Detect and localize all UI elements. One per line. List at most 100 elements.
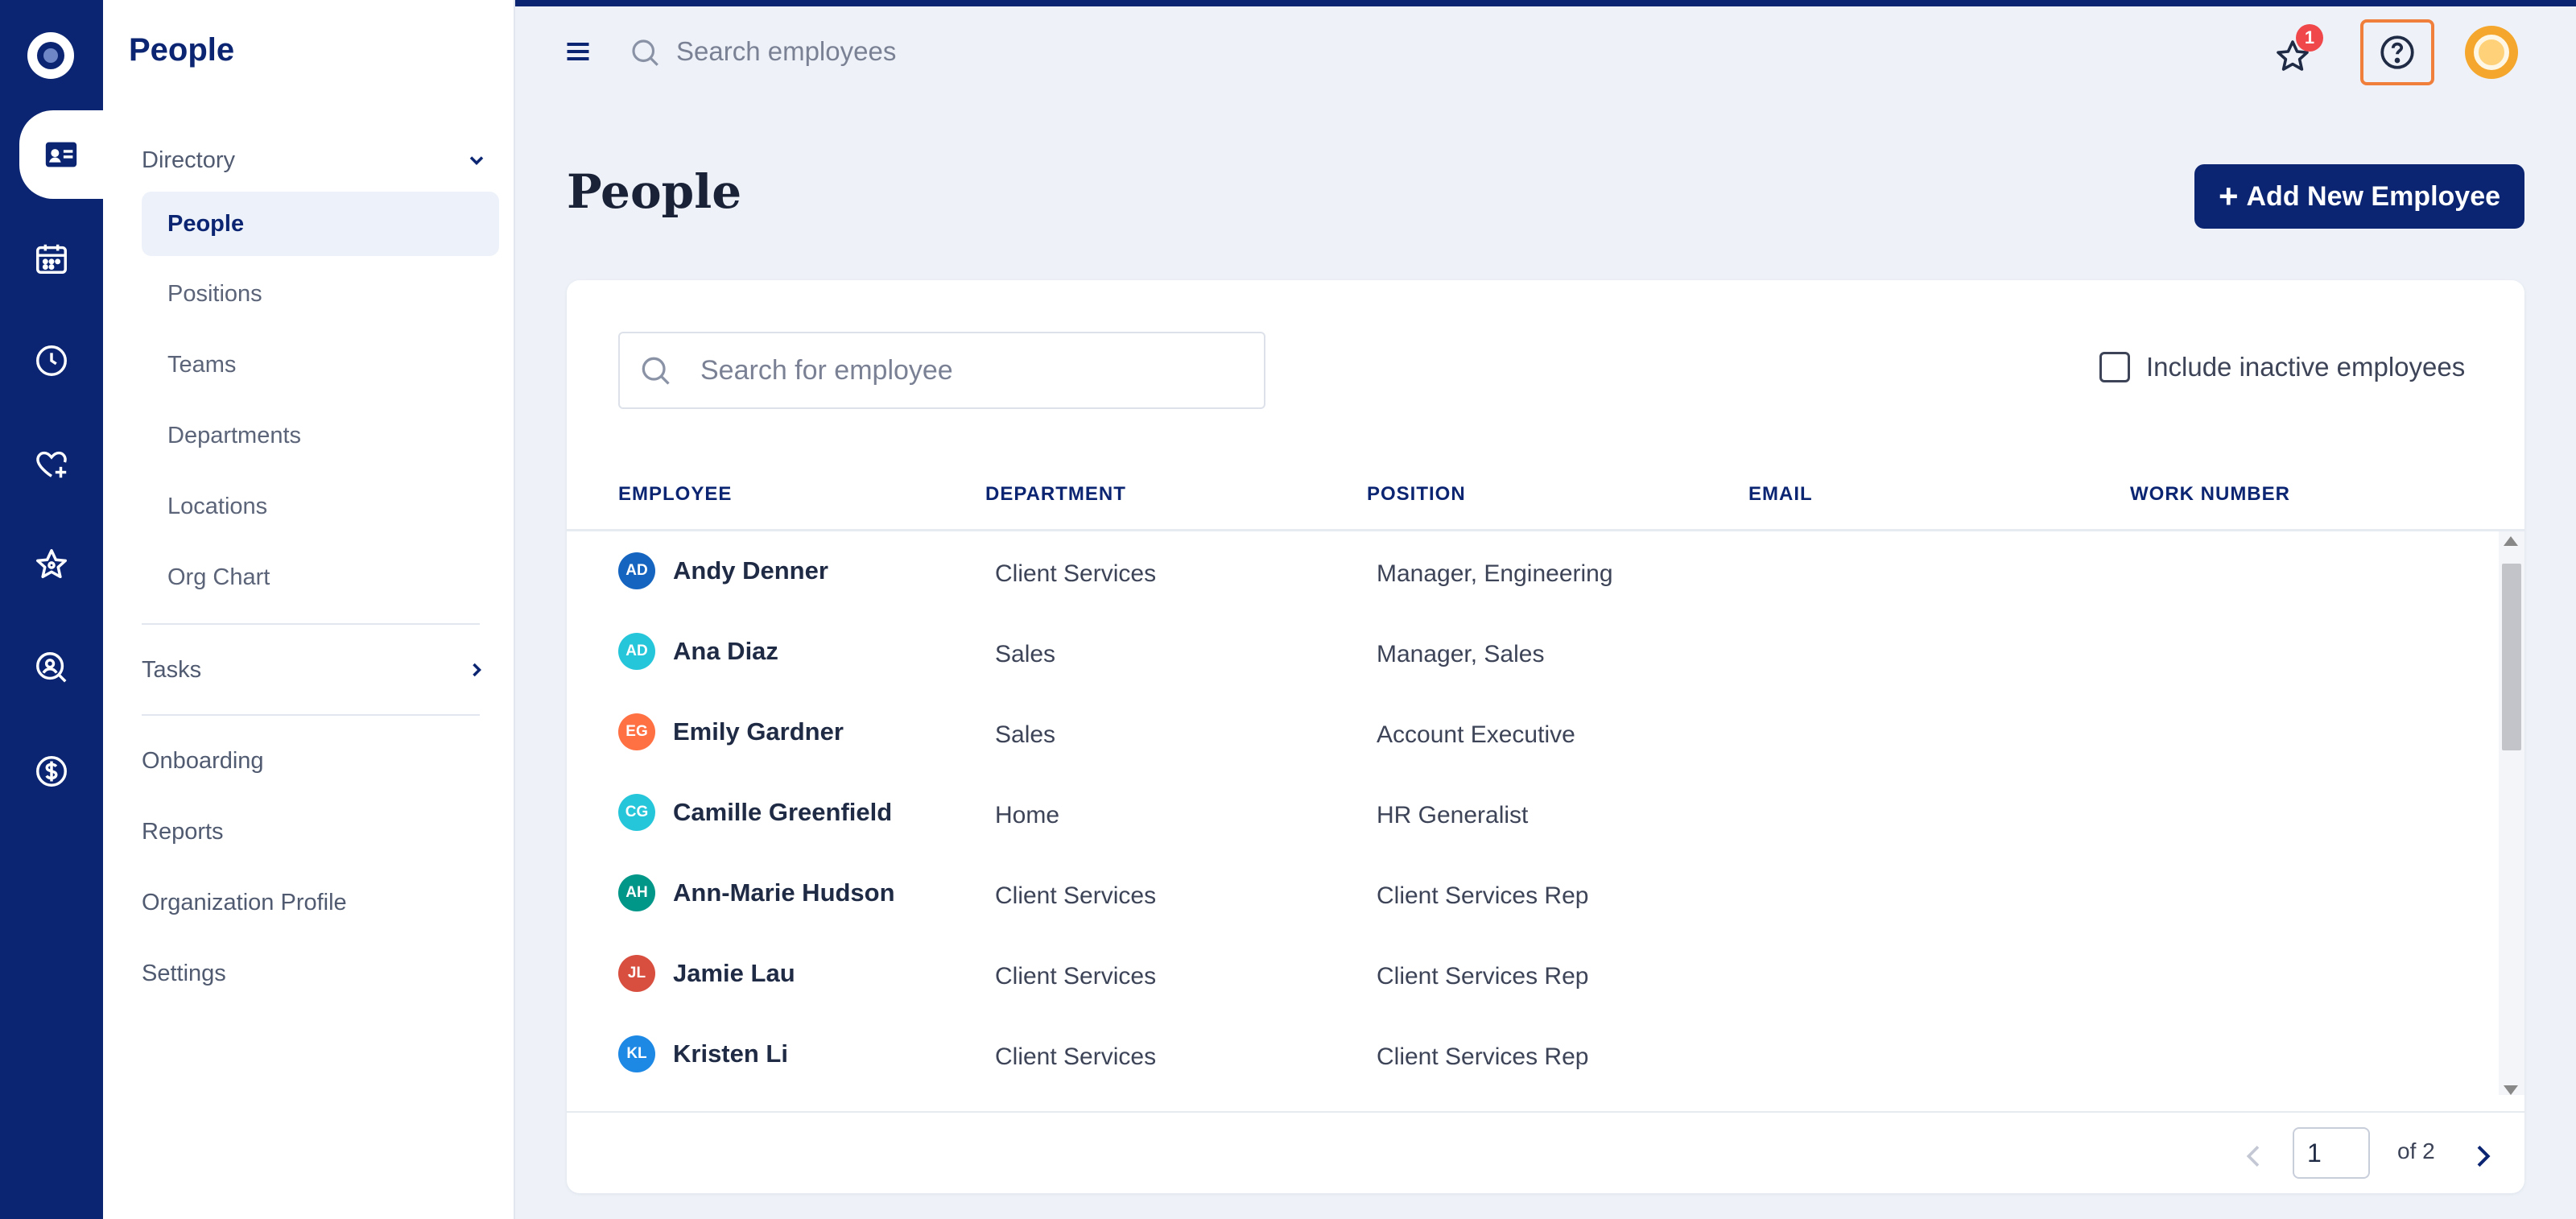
search-icon — [632, 39, 658, 66]
global-employee-search-input[interactable] — [676, 29, 1320, 74]
column-header-email[interactable]: EMAIL — [1748, 483, 1813, 506]
people-card-icon — [45, 142, 77, 167]
employee-initials-avatar: EG — [618, 713, 655, 750]
employee-initials-avatar: AH — [618, 874, 655, 911]
sidebar-item-people[interactable]: People — [142, 192, 499, 256]
sidebar-item-teams[interactable]: Teams — [142, 333, 499, 397]
employee-cell[interactable]: AH Ann-Marie Hudson — [618, 874, 895, 911]
employee-name[interactable]: Emily Gardner — [673, 717, 844, 746]
department-cell: Sales — [995, 641, 1056, 667]
heart-plus-icon — [36, 451, 67, 478]
chevron-down-icon — [469, 156, 484, 165]
star-icon — [36, 549, 67, 579]
employee-initials-avatar: JL — [618, 955, 655, 992]
position-cell: Manager, Engineering — [1377, 560, 1613, 587]
sidebar-item-organization-profile[interactable]: Organization Profile — [142, 882, 347, 924]
employee-name[interactable]: Andy Denner — [673, 556, 828, 585]
rail-payroll[interactable] — [0, 727, 103, 816]
include-inactive-checkbox[interactable] — [2099, 352, 2130, 382]
employee-name[interactable]: Ann-Marie Hudson — [673, 878, 895, 907]
user-avatar[interactable] — [2465, 26, 2518, 79]
previous-page-icon[interactable] — [2238, 1140, 2270, 1172]
table-row[interactable]: EG Emily Gardner Sales Account Executive — [567, 692, 2499, 773]
employee-list-card: Include inactive employees EMPLOYEE DEPA… — [567, 280, 2524, 1193]
department-cell: Client Services — [995, 560, 1157, 587]
next-page-icon[interactable] — [2467, 1140, 2499, 1172]
employee-cell[interactable]: CG Camille Greenfield — [618, 794, 892, 831]
employee-search-input[interactable] — [700, 354, 1248, 386]
position-cell: Client Services Rep — [1377, 1043, 1589, 1070]
page-count-label: of 2 — [2397, 1138, 2435, 1163]
employee-initials-avatar: AD — [618, 633, 655, 670]
menu-icon[interactable] — [564, 37, 592, 66]
plus-icon: + — [2218, 177, 2239, 215]
rail-recruiting[interactable] — [0, 623, 103, 712]
employee-name[interactable]: Kristen Li — [673, 1039, 788, 1068]
pagination-divider — [567, 1111, 2524, 1113]
column-header-employee[interactable]: EMPLOYEE — [618, 483, 732, 506]
search-icon — [642, 357, 670, 385]
table-row[interactable]: JL Jamie Lau Client Services Client Service… — [567, 934, 2499, 1014]
scroll-up-arrow-icon[interactable] — [2504, 536, 2518, 546]
sidebar-directory-label: Directory — [142, 147, 236, 173]
position-cell: Account Executive — [1377, 721, 1575, 748]
add-new-employee-button[interactable]: + Add New Employee — [2194, 164, 2524, 229]
dollar-icon — [36, 756, 67, 787]
employee-name[interactable]: Camille Greenfield — [673, 798, 892, 827]
table-row[interactable]: AH Ann-Marie Hudson Client Services Client … — [567, 853, 2499, 934]
add-new-employee-label: Add New Employee — [2246, 180, 2501, 212]
employee-cell[interactable]: AD Ana Diaz — [618, 633, 778, 670]
employee-name[interactable]: Ana Diaz — [673, 637, 778, 666]
sidebar-item-reports[interactable]: Reports — [142, 811, 224, 853]
rail-people[interactable] — [19, 110, 103, 199]
rail-benefits[interactable] — [0, 419, 103, 508]
sidebar-item-onboarding[interactable]: Onboarding — [142, 740, 264, 782]
employee-initials-avatar: KL — [618, 1035, 655, 1072]
column-header-position[interactable]: POSITION — [1367, 483, 1466, 506]
rail-performance[interactable] — [0, 520, 103, 609]
employee-initials-avatar: AD — [618, 552, 655, 589]
department-cell: Client Services — [995, 963, 1157, 990]
rail-time[interactable] — [0, 316, 103, 405]
column-header-department[interactable]: DEPARTMENT — [985, 483, 1126, 506]
employee-cell[interactable]: KL Kristen Li — [618, 1035, 788, 1072]
employee-name[interactable]: Jamie Lau — [673, 959, 795, 988]
sidebar-divider — [142, 623, 480, 625]
sidebar-directory-toggle[interactable]: Directory — [142, 139, 488, 181]
sidebar-item-positions[interactable]: Positions — [142, 262, 499, 326]
sidebar-title: People — [129, 32, 235, 68]
employee-cell[interactable]: EG Emily Gardner — [618, 713, 844, 750]
department-cell: Home — [995, 802, 1060, 829]
scrollbar-thumb[interactable] — [2502, 564, 2521, 750]
table-row[interactable]: AD Ana Diaz Sales Manager, Sales — [567, 612, 2499, 692]
table-row[interactable]: CG Camille Greenfield Home HR Generalist — [567, 773, 2499, 853]
page-number-input[interactable] — [2293, 1127, 2370, 1179]
scroll-down-arrow-icon[interactable] — [2504, 1085, 2518, 1095]
sidebar-item-settings[interactable]: Settings — [142, 952, 226, 994]
sidebar-divider — [142, 714, 480, 716]
sidebar-tasks-label: Tasks — [142, 656, 202, 683]
include-inactive-toggle[interactable]: Include inactive employees — [2099, 348, 2465, 386]
page-title: People — [567, 164, 742, 219]
employee-search-box — [618, 332, 1265, 409]
rail-calendar[interactable] — [0, 214, 103, 303]
table-row[interactable]: KL Kristen Li Client Services Client Servic… — [567, 1014, 2499, 1095]
position-cell: Manager, Sales — [1377, 641, 1545, 667]
help-button[interactable] — [2360, 19, 2434, 85]
sidebar-item-org-chart[interactable]: Org Chart — [142, 545, 499, 610]
column-header-work-number[interactable]: WORK NUMBER — [2130, 483, 2290, 506]
calendar-icon — [36, 244, 67, 274]
department-cell: Client Services — [995, 882, 1157, 909]
sidebar-item-departments[interactable]: Departments — [142, 403, 499, 468]
position-cell: Client Services Rep — [1377, 882, 1589, 909]
table-row[interactable]: AD Andy Denner Client Services Manager, Eng… — [567, 531, 2499, 612]
include-inactive-label: Include inactive employees — [2146, 352, 2466, 382]
sidebar-tasks-toggle[interactable]: Tasks — [142, 649, 488, 691]
department-cell: Sales — [995, 721, 1056, 748]
employee-cell[interactable]: AD Andy Denner — [618, 552, 828, 589]
app-rail — [0, 0, 103, 1219]
app-logo[interactable] — [27, 32, 74, 79]
sidebar-item-locations[interactable]: Locations — [142, 474, 499, 539]
employee-cell[interactable]: JL Jamie Lau — [618, 955, 795, 992]
notification-badge: 1 — [2296, 24, 2323, 52]
